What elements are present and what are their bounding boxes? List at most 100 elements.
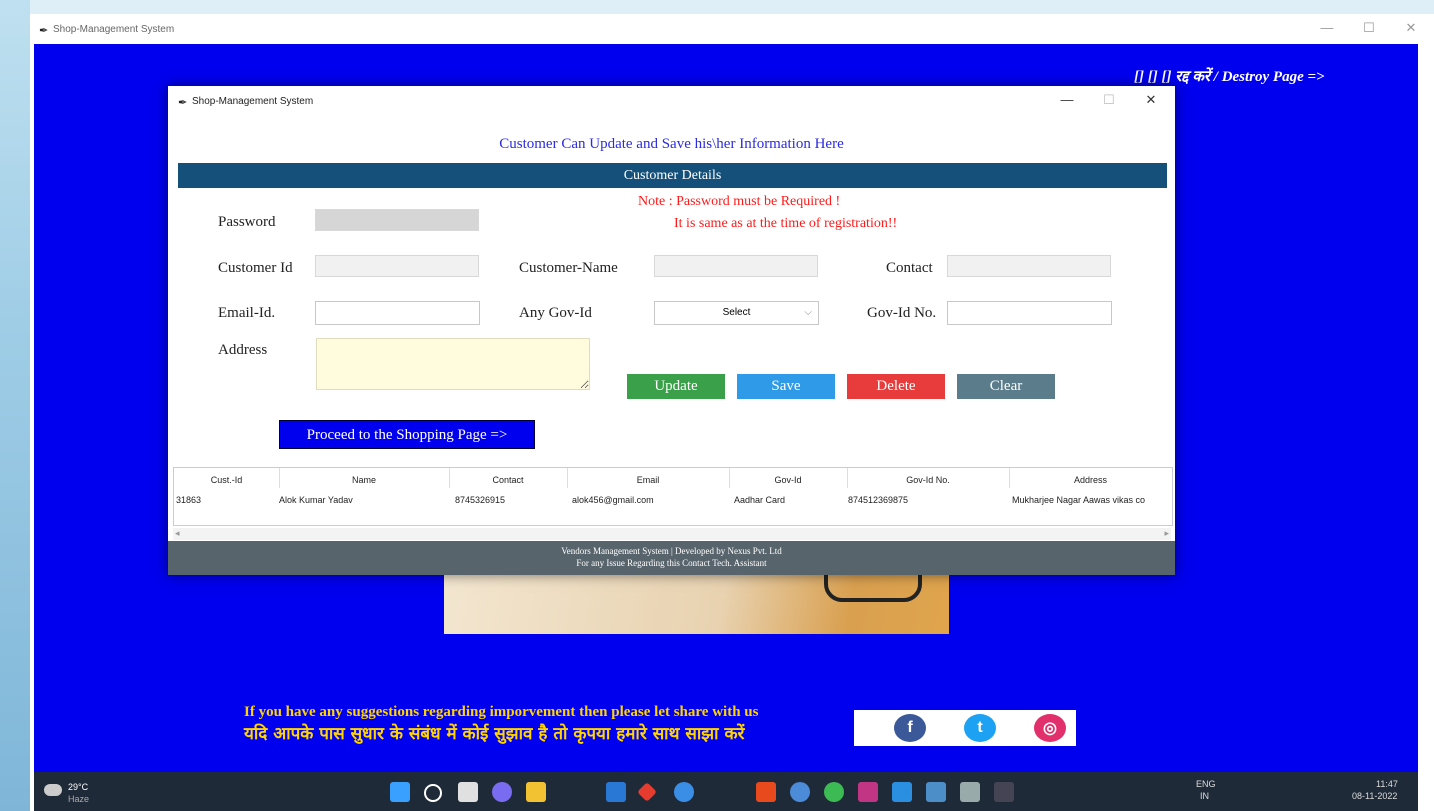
column-header[interactable]: Gov-Id <box>729 475 847 485</box>
instagram-icon[interactable]: ◎ <box>1034 714 1066 742</box>
address-label: Address <box>218 342 268 358</box>
twitter-icon[interactable]: t <box>964 714 996 742</box>
dialog-footer: Vendors Management System | Developed by… <box>168 541 1175 575</box>
column-divider[interactable] <box>847 468 848 488</box>
delete-button[interactable]: Delete <box>847 374 945 399</box>
chrome-icon[interactable] <box>824 782 844 802</box>
clock-date: 08-11-2022 <box>1352 791 1398 801</box>
git-icon[interactable] <box>637 782 657 802</box>
app-icon[interactable] <box>994 782 1014 802</box>
task-view-icon[interactable] <box>458 782 478 802</box>
column-divider[interactable] <box>567 468 568 488</box>
gov-id-select[interactable]: Select ⌵ <box>654 301 819 325</box>
customer-dialog: ✒ Shop-Management System — ☐ ✕ Customer … <box>168 86 1175 575</box>
table-cell[interactable]: Mukharjee Nagar Aawas vikas co <box>1012 495 1145 505</box>
proceed-to-shopping-button[interactable]: Proceed to the Shopping Page => <box>279 420 535 449</box>
customer-name-field[interactable] <box>654 255 818 277</box>
gov-id-no-label: Gov-Id No. <box>867 305 937 321</box>
save-button[interactable]: Save <box>737 374 835 399</box>
contact-label: Contact <box>886 260 933 276</box>
minimize-button[interactable]: — <box>1312 20 1342 35</box>
password-field[interactable] <box>315 209 479 231</box>
password-label: Password <box>218 214 276 230</box>
table-cell[interactable]: 874512369875 <box>848 495 908 505</box>
password-note-detail: It is same as at the time of registratio… <box>674 216 898 231</box>
instagram-app-icon[interactable] <box>858 782 878 802</box>
feather-icon: ✒ <box>39 25 49 37</box>
feather-icon: ✒ <box>178 97 188 109</box>
desktop-top-strip <box>0 0 1434 14</box>
database-icon[interactable] <box>960 782 980 802</box>
dialog-title-bar: ✒ Shop-Management System — ☐ ✕ <box>168 86 1175 118</box>
file-explorer-icon[interactable] <box>526 782 546 802</box>
gov-id-no-field[interactable] <box>947 301 1112 325</box>
column-divider[interactable] <box>449 468 450 488</box>
scroll-right-icon[interactable]: ▸ <box>1164 528 1169 539</box>
suggestion-text-english: If you have any suggestions regarding im… <box>244 704 759 720</box>
customer-id-field[interactable] <box>315 255 479 277</box>
social-links: f t ◎ <box>854 710 1076 746</box>
weather-icon <box>44 784 62 796</box>
suggestion-text-hindi: यदि आपके पास सुधार के संबंध में कोई सुझा… <box>244 724 745 744</box>
office-icon[interactable] <box>756 782 776 802</box>
search-icon[interactable] <box>424 784 442 802</box>
column-header[interactable]: Email <box>567 475 729 485</box>
clear-button[interactable]: Clear <box>957 374 1055 399</box>
outer-title-bar: ✒ Shop-Management System — ☐ ✕ <box>30 14 1434 44</box>
teams-icon[interactable] <box>790 782 810 802</box>
column-header[interactable]: Cust.-Id <box>174 475 279 485</box>
scroll-left-icon[interactable]: ◂ <box>175 528 180 539</box>
weather-condition: Haze <box>68 794 90 804</box>
footer-line-2: For any Issue Regarding this Contact Tec… <box>576 558 767 568</box>
column-divider[interactable] <box>279 468 280 488</box>
column-header[interactable]: Contact <box>449 475 567 485</box>
contact-field[interactable] <box>947 255 1111 277</box>
store-icon[interactable] <box>606 782 626 802</box>
edge-icon[interactable] <box>674 782 694 802</box>
maximize-button[interactable]: ☐ <box>1354 20 1384 36</box>
email-field[interactable] <box>315 301 480 325</box>
table-cell[interactable]: 31863 <box>176 495 201 505</box>
table-cell[interactable]: Alok Kumar Yadav <box>279 495 353 505</box>
dialog-close-button[interactable]: ✕ <box>1136 92 1166 108</box>
python-icon[interactable] <box>926 782 946 802</box>
column-divider[interactable] <box>729 468 730 488</box>
footer-line-1: Vendors Management System | Developed by… <box>561 546 782 556</box>
dialog-maximize-button[interactable]: ☐ <box>1094 92 1124 108</box>
region-label: IN <box>1200 791 1209 801</box>
dialog-title: Shop-Management System <box>192 96 314 107</box>
horizontal-scrollbar[interactable]: ◂ ▸ <box>173 528 1171 540</box>
outer-window-title: Shop-Management System <box>53 24 175 35</box>
close-button[interactable]: ✕ <box>1396 20 1426 36</box>
customer-id-label: Customer Id <box>218 260 293 276</box>
dialog-minimize-button[interactable]: — <box>1052 92 1082 107</box>
temperature: 29°C <box>68 782 89 792</box>
column-header[interactable]: Name <box>279 475 449 485</box>
start-icon[interactable] <box>390 782 410 802</box>
lang-label[interactable]: ENG <box>1196 779 1216 789</box>
chat-icon[interactable] <box>492 782 512 802</box>
destroy-page-link[interactable]: [] [] [] रद्द करें / Destroy Page => <box>1134 66 1325 86</box>
update-button[interactable]: Update <box>627 374 725 399</box>
column-divider[interactable] <box>1009 468 1010 488</box>
email-label: Email-Id. <box>218 305 276 321</box>
facebook-icon[interactable]: f <box>894 714 926 742</box>
desktop-wallpaper <box>0 0 30 811</box>
gov-id-select-value: Select <box>722 307 751 318</box>
customer-table: Cust.-Id Name Contact Email Gov-Id Gov-Id No.… <box>173 467 1173 526</box>
section-header: Customer Details <box>178 163 1167 188</box>
table-cell[interactable]: alok456@gmail.com <box>572 495 654 505</box>
column-header[interactable]: Address <box>1009 475 1172 485</box>
table-cell[interactable]: Aadhar Card <box>734 495 785 505</box>
gov-id-label: Any Gov-Id <box>519 305 592 321</box>
vscode-icon[interactable] <box>892 782 912 802</box>
chevron-down-icon: ⌵ <box>804 307 812 318</box>
clock-time[interactable]: 11:47 <box>1376 779 1398 789</box>
table-cell[interactable]: 8745326915 <box>455 495 505 505</box>
page-title: Customer Can Update and Save his\her Inf… <box>499 136 844 152</box>
taskbar: 29°C Haze ENG IN 11:47 08-11-2022 <box>34 772 1418 811</box>
address-field[interactable] <box>316 338 590 390</box>
customer-name-label: Customer-Name <box>519 260 618 276</box>
column-header[interactable]: Gov-Id No. <box>847 475 1009 485</box>
password-note: Note : Password must be Required ! <box>638 194 841 209</box>
